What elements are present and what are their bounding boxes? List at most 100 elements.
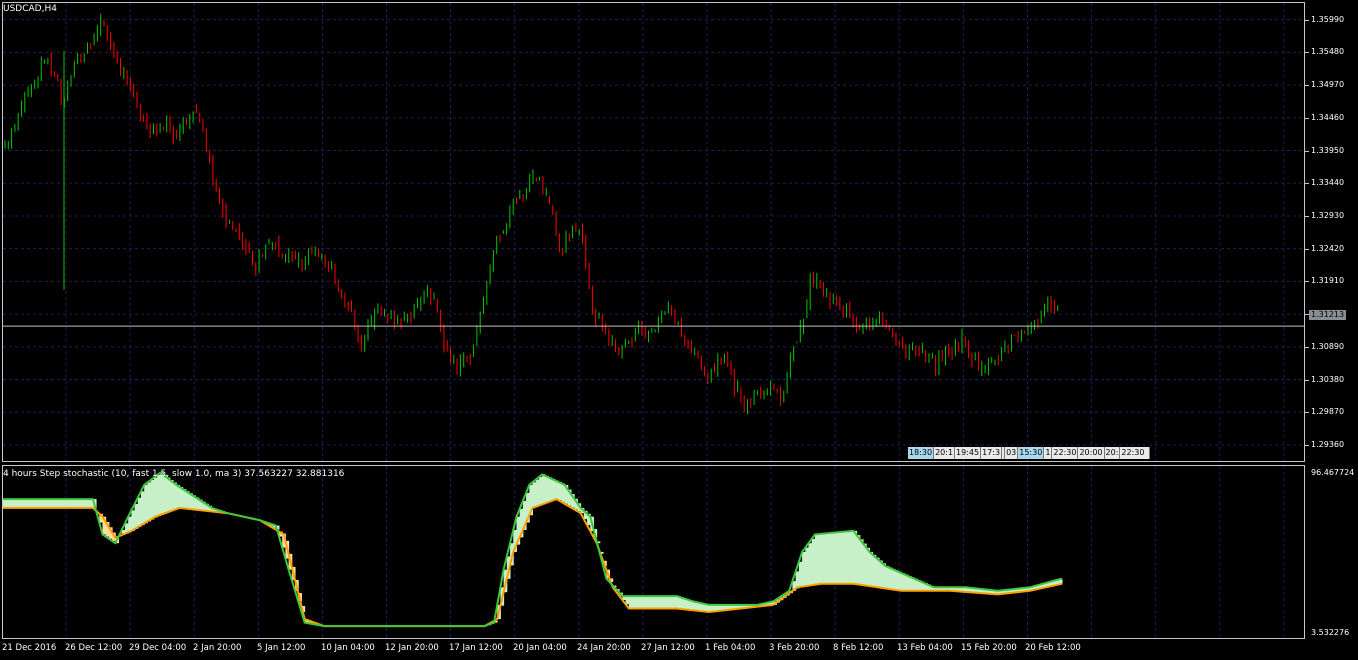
event-marker[interactable]: 20: — [1104, 447, 1121, 459]
stoch-fill — [872, 554, 877, 587]
stoch-fill — [35, 499, 39, 508]
stoch-fill — [802, 552, 806, 587]
stoch-fill — [548, 477, 553, 503]
stoch-fill — [901, 573, 906, 591]
price-tick — [1305, 52, 1309, 54]
time-label: 3 Feb 20:00 — [769, 643, 820, 653]
time-label: 17 Jan 12:00 — [449, 643, 503, 653]
stoch-fill — [163, 475, 168, 514]
stoch-fill — [63, 499, 68, 508]
stoch-fill — [28, 499, 33, 508]
stoch-fill — [542, 474, 546, 505]
stoch-fill — [173, 482, 177, 511]
symbol-title: USDCAD,H4 — [3, 4, 57, 14]
stoch-fill — [535, 479, 540, 507]
price-label: 1.34970 — [1311, 80, 1345, 90]
event-marker-bar[interactable]: 18:30 20:1 19:45 17:3 03 15:30 1 22:30 20:00 20: 2… — [908, 447, 1151, 459]
price-label: 1.33950 — [1311, 145, 1345, 155]
stoch-fill — [38, 499, 43, 508]
event-marker[interactable]: 22:30 — [1052, 447, 1079, 459]
stoch-fill — [12, 499, 17, 508]
stoch-fill — [538, 477, 543, 506]
price-tick — [1305, 19, 1309, 21]
event-marker[interactable]: 18:30 — [908, 447, 935, 459]
stoch-fill — [667, 596, 671, 609]
time-label: 13 Feb 04:00 — [897, 643, 953, 653]
stoch-fill — [635, 596, 639, 609]
event-marker[interactable]: 1 — [1044, 447, 1053, 459]
stoch-fill — [843, 531, 848, 584]
stoch-fill — [67, 499, 71, 508]
stoch-fill — [664, 596, 668, 609]
stoch-fill — [898, 571, 903, 591]
time-label: 5 Jan 12:00 — [257, 643, 306, 653]
price-label: 1.32420 — [1311, 243, 1345, 253]
event-marker[interactable]: 19:45 — [955, 447, 982, 459]
stoch-fill — [44, 499, 49, 508]
stoch-fill — [863, 543, 867, 586]
stoch-fill — [891, 568, 896, 590]
price-tick — [1305, 215, 1309, 217]
stoch-fill — [859, 539, 864, 585]
stoch-fill — [558, 481, 562, 501]
stoch-fill — [25, 499, 30, 508]
price-label: 1.33440 — [1311, 178, 1345, 188]
stoch-fill — [811, 538, 816, 586]
stoch-fill — [554, 480, 559, 500]
stoch-fill — [57, 499, 62, 508]
stoch-signal-line — [3, 497, 1063, 628]
event-marker[interactable]: 22:30 — [1120, 447, 1151, 459]
event-marker[interactable]: 20:00 — [1078, 447, 1105, 459]
stoch-fill — [821, 533, 826, 584]
time-label: 1 Feb 04:00 — [705, 643, 756, 653]
stoch-fill — [798, 561, 803, 588]
stoch-fill — [846, 531, 851, 584]
stoch-fill — [628, 596, 633, 609]
time-label: 2 Jan 20:00 — [193, 643, 242, 653]
stoch-fill — [169, 480, 174, 512]
price-label: 1.30380 — [1311, 374, 1345, 384]
indicator-max-label: 96.467724 — [1311, 468, 1355, 477]
stoch-fill — [830, 532, 835, 584]
stoch-fill — [176, 484, 180, 510]
chart-canvas[interactable] — [0, 0, 1358, 660]
stoch-fill — [625, 596, 630, 605]
price-label: 1.31910 — [1311, 276, 1345, 286]
stoch-fill — [86, 499, 91, 508]
stoch-fill — [153, 477, 158, 518]
stoch-fill — [70, 499, 75, 508]
time-label: 29 Dec 04:00 — [129, 643, 187, 653]
price-label: 1.30890 — [1311, 341, 1345, 351]
price-tick — [1305, 281, 1309, 283]
event-marker[interactable]: 17:3 — [981, 447, 1003, 459]
stoch-fill — [144, 484, 148, 524]
indicator-min-label: 3.532276 — [1311, 628, 1350, 637]
price-tick — [1305, 150, 1309, 152]
price-tick — [1305, 444, 1309, 446]
stoch-fill — [551, 478, 556, 501]
stoch-fill — [648, 596, 652, 609]
stoch-fill — [795, 571, 800, 589]
stoch-fill — [41, 499, 46, 508]
event-marker[interactable]: 03 — [1005, 447, 1019, 459]
time-label: 12 Jan 20:00 — [385, 643, 439, 653]
stoch-fill — [660, 596, 665, 609]
current-price-label: 1.31213 — [1309, 310, 1347, 320]
stoch-fill — [60, 499, 65, 508]
price-label: 1.35990 — [1311, 14, 1345, 24]
time-label: 21 Dec 2016 — [2, 643, 57, 653]
stoch-fill — [545, 475, 550, 504]
stoch-fill — [888, 567, 893, 589]
stoch-fill — [837, 532, 842, 584]
stoch-fill — [83, 499, 87, 508]
stoch-fill — [31, 499, 36, 508]
price-label: 1.34460 — [1311, 112, 1345, 122]
time-label: 26 Dec 12:00 — [65, 643, 123, 653]
stoch-fill — [15, 499, 20, 508]
event-marker[interactable]: 20:1 — [934, 447, 956, 459]
stoch-fill — [834, 532, 838, 584]
stoch-fill — [166, 477, 171, 513]
price-label: 1.35480 — [1311, 47, 1345, 57]
stoch-fill — [818, 534, 822, 585]
event-marker[interactable]: 15:30 — [1018, 447, 1045, 459]
